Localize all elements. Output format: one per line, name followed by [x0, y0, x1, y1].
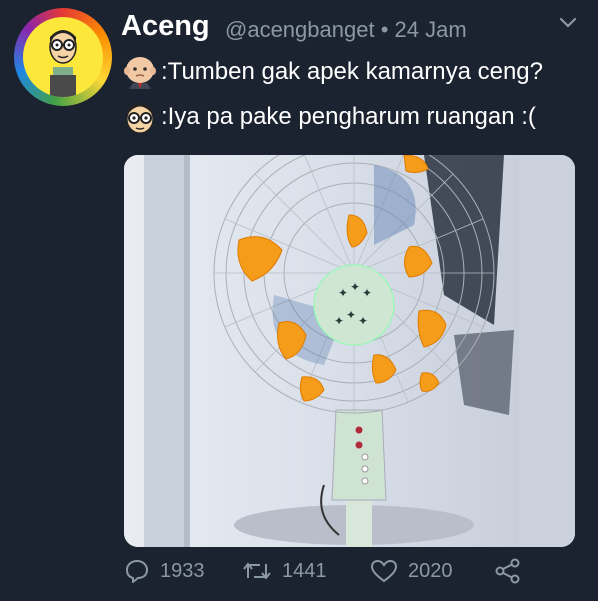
display-name[interactable]: Aceng — [121, 10, 210, 43]
svg-text:✦: ✦ — [346, 308, 356, 322]
tweet-header: Aceng @acengbanget • 24 Jam — [121, 10, 578, 46]
tweet-line-1: :Tumben gak apek kamarnya ceng? — [161, 58, 543, 85]
reply-button[interactable]: 1933 — [124, 556, 205, 586]
retweet-count: 1441 — [282, 559, 327, 582]
svg-text:✦: ✦ — [358, 314, 368, 328]
svg-text:✦: ✦ — [334, 314, 344, 328]
aceng-emoji — [126, 103, 154, 134]
svg-text:✦: ✦ — [350, 280, 360, 294]
svg-text:✦: ✦ — [338, 286, 348, 300]
tweet-text-line: :Iya pa pake pengharum ruangan :( — [121, 97, 536, 137]
tweet-actions: 1933 1441 2020 — [124, 556, 544, 586]
heart-icon — [370, 559, 398, 583]
fan-photo-image: ✦ ✦ ✦ ✦ ✦ ✦ — [124, 155, 575, 547]
tweet-photo[interactable]: ✦ ✦ ✦ ✦ ✦ ✦ — [124, 155, 575, 547]
retweet-icon — [243, 562, 271, 580]
tweet-text-line: :Tumben gak apek kamarnya ceng? — [121, 52, 543, 92]
retweet-button[interactable]: 1441 — [242, 556, 327, 586]
separator: • — [380, 17, 389, 42]
like-button[interactable]: 2020 — [370, 556, 453, 586]
svg-text:✦: ✦ — [362, 286, 372, 300]
share-button[interactable] — [494, 556, 532, 586]
reply-icon — [126, 560, 148, 583]
reply-count: 1933 — [160, 559, 205, 582]
tweet-line-2: :Iya pa pake pengharum ruangan :( — [161, 103, 536, 130]
avatar-image — [23, 17, 103, 97]
handle: @acengbanget — [225, 17, 375, 42]
like-count: 2020 — [408, 559, 453, 582]
chevron-down-icon[interactable] — [558, 16, 578, 30]
handle-and-time[interactable]: @acengbanget • 24 Jam — [225, 17, 467, 43]
timestamp: 24 Jam — [394, 17, 467, 42]
baby-boss-emoji — [124, 57, 156, 89]
avatar[interactable] — [14, 8, 112, 106]
share-icon — [495, 558, 520, 584]
